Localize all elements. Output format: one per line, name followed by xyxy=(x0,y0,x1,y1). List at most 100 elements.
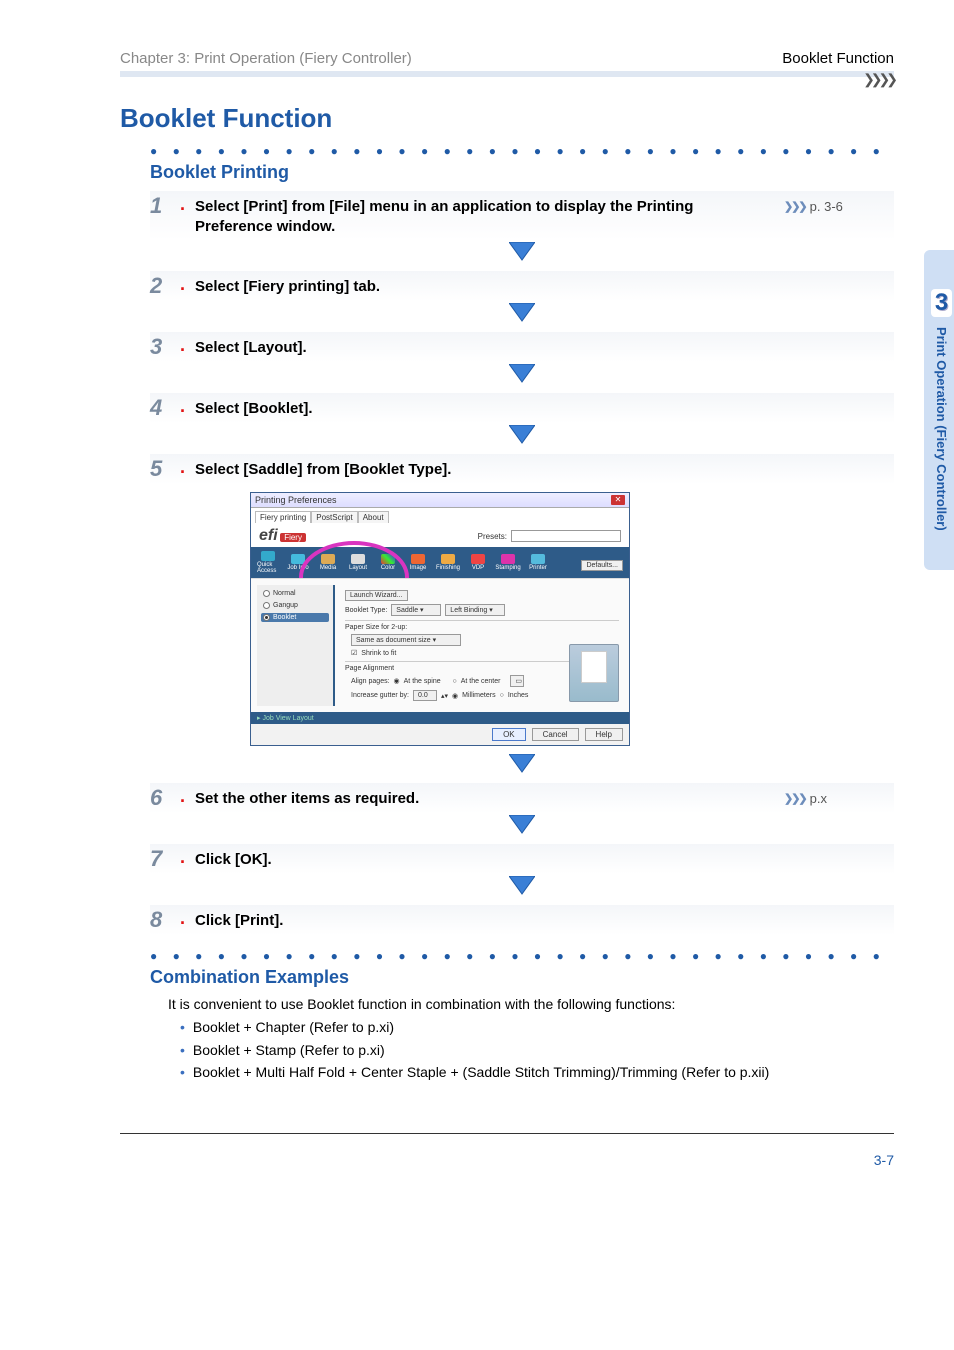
list-item: • Booklet + Stamp (Refer to p.xi) xyxy=(180,1041,894,1061)
ref-arrow-icon: ❯❯❯ xyxy=(784,792,806,805)
lower-panel: Normal Gangup Booklet Launch Wizard... B… xyxy=(251,578,629,712)
icon-vdp[interactable]: VDP xyxy=(467,554,489,571)
header-bar xyxy=(120,71,894,77)
step-dot-icon: . xyxy=(180,336,185,354)
list-item: • Booklet + Chapter (Refer to p.xi) xyxy=(180,1018,894,1038)
list-item-text: Booklet + Chapter (Refer to p.xi) xyxy=(193,1018,394,1038)
step-dot-icon: . xyxy=(180,195,185,213)
cancel-button[interactable]: Cancel xyxy=(532,728,579,741)
step-number: 4 xyxy=(150,397,174,419)
header-chevrons-icon: ❯❯❯❯ xyxy=(863,71,894,88)
step-text: Click [OK]. xyxy=(195,848,774,870)
down-arrow-icon xyxy=(150,425,894,448)
layout-mode-list: Normal Gangup Booklet xyxy=(257,585,335,706)
bullet-icon: • xyxy=(180,1041,185,1061)
gutter-input[interactable]: 0.0 xyxy=(413,690,437,701)
icon-image[interactable]: Image xyxy=(407,554,429,571)
ok-button[interactable]: OK xyxy=(492,728,526,741)
tab-postscript[interactable]: PostScript xyxy=(311,511,357,523)
step-number: 8 xyxy=(150,909,174,931)
section-booklet-printing: ● ● ● ● ● ● ● ● ● ● ● ● ● ● ● ● ● ● ● ● … xyxy=(120,144,894,1083)
icon-printer[interactable]: Printer xyxy=(527,554,549,571)
presets-dropdown[interactable] xyxy=(511,530,621,542)
header: Chapter 3: Print Operation (Fiery Contro… xyxy=(120,50,894,71)
step-dot-icon: . xyxy=(180,275,185,293)
icon-job-info[interactable]: Job Info xyxy=(287,554,309,571)
step-text: Select [Layout]. xyxy=(195,336,774,358)
side-tab-chapter-number: 3 xyxy=(931,289,952,317)
fiery-badge: Fiery xyxy=(280,533,306,542)
defaults-button[interactable]: Defaults... xyxy=(581,560,623,571)
booklet-type-dropdown[interactable]: Saddle ▾ xyxy=(391,604,441,616)
icon-color[interactable]: Color xyxy=(377,554,399,571)
page: Chapter 3: Print Operation (Fiery Contro… xyxy=(0,0,954,1350)
step-dot-icon: . xyxy=(180,397,185,415)
footer-rule xyxy=(120,1133,894,1134)
step-1: 1. Select [Print] from [File] menu in an… xyxy=(150,191,894,240)
presets-label: Presets: xyxy=(478,532,507,541)
step-6: 6. Set the other items as required. ❯❯❯ … xyxy=(150,783,894,813)
header-section-label: Booklet Function xyxy=(782,50,894,67)
ref-arrow-icon: ❯❯❯ xyxy=(784,200,806,213)
step-ref-text: p. 3-6 xyxy=(810,199,843,214)
shrink-checkbox[interactable]: ☑ xyxy=(351,649,357,657)
paper-size-label: Paper Size for 2-up: xyxy=(345,624,619,631)
dialog-buttons: OK Cancel Help xyxy=(251,724,629,745)
combination-intro: It is convenient to use Booklet function… xyxy=(168,996,894,1012)
icon-quick-access[interactable]: Quick Access xyxy=(257,551,279,574)
step-2: 2. Select [Fiery printing] tab. xyxy=(150,271,894,301)
brand-text: efi xyxy=(259,527,278,544)
radio-at-spine[interactable]: ◉ xyxy=(394,677,400,685)
radio-mm[interactable]: ◉ xyxy=(452,692,458,700)
step-number: 1 xyxy=(150,195,174,217)
radio-inches[interactable]: ○ xyxy=(500,692,504,699)
radio-at-center[interactable]: ○ xyxy=(453,678,457,685)
page-number: 3-7 xyxy=(120,1152,894,1168)
step-text: Set the other items as required. xyxy=(195,787,774,809)
launch-wizard-button[interactable]: Launch Wizard... xyxy=(345,590,408,601)
subheading-combination: Combination Examples xyxy=(150,967,894,988)
tab-about[interactable]: About xyxy=(358,511,389,523)
step-ref-text: p.x xyxy=(810,791,827,806)
step-ref[interactable]: ❯❯❯ p.x xyxy=(784,787,894,806)
binding-dropdown[interactable]: Left Binding ▾ xyxy=(445,604,505,616)
bullet-icon: • xyxy=(180,1063,185,1083)
iconbar: Quick Access Job Info Media Layout Color… xyxy=(251,547,629,578)
down-arrow-icon xyxy=(150,364,894,387)
step-5: 5. Select [Saddle] from [Booklet Type]. xyxy=(150,454,894,484)
step-3: 3. Select [Layout]. xyxy=(150,332,894,362)
close-icon[interactable]: ✕ xyxy=(611,495,625,505)
paper-size-dropdown[interactable]: Same as document size ▾ xyxy=(351,634,461,646)
preview-thumbnail-icon xyxy=(569,644,619,702)
bullet-icon: • xyxy=(180,1018,185,1038)
radio-gangup[interactable]: Gangup xyxy=(261,601,329,610)
step-number: 3 xyxy=(150,336,174,358)
gutter-spinner-icon[interactable]: ▴▾ xyxy=(441,692,448,700)
tab-fiery-printing[interactable]: Fiery printing xyxy=(255,511,311,523)
step-text: Select [Print] from [File] menu in an ap… xyxy=(195,195,774,236)
step-number: 7 xyxy=(150,848,174,870)
shrink-label: Shrink to fit xyxy=(361,650,396,657)
radio-booklet[interactable]: Booklet xyxy=(261,613,329,622)
icon-layout[interactable]: Layout xyxy=(347,554,369,571)
step-7: 7. Click [OK]. xyxy=(150,844,894,874)
brand-logo: efi Fiery xyxy=(259,527,306,545)
icon-finishing[interactable]: Finishing xyxy=(437,554,459,571)
step-dot-icon: . xyxy=(180,458,185,476)
step-dot-icon: . xyxy=(180,787,185,805)
dot-separator-icon: ● ● ● ● ● ● ● ● ● ● ● ● ● ● ● ● ● ● ● ● … xyxy=(150,144,894,158)
step-ref[interactable]: ❯❯❯ p. 3-6 xyxy=(784,195,894,214)
step-8: 8. Click [Print]. xyxy=(150,905,894,935)
icon-media[interactable]: Media xyxy=(317,554,339,571)
radio-normal[interactable]: Normal xyxy=(261,589,329,598)
subheading-booklet-printing: Booklet Printing xyxy=(150,162,894,183)
brand-row: efi Fiery Presets: xyxy=(251,523,629,547)
step-4: 4. Select [Booklet]. xyxy=(150,393,894,423)
help-button[interactable]: Help xyxy=(585,728,623,741)
align-preview-icon[interactable]: ▭ xyxy=(510,675,524,687)
icon-stamping[interactable]: Stamping xyxy=(497,554,519,571)
job-view-strip[interactable]: ▸ Job View Layout xyxy=(251,712,629,724)
side-tab: 3 Print Operation (Fiery Controller) xyxy=(924,250,954,570)
header-chapter-label: Chapter 3: Print Operation (Fiery Contro… xyxy=(120,50,412,67)
side-tab-label: Print Operation (Fiery Controller) xyxy=(934,327,949,531)
